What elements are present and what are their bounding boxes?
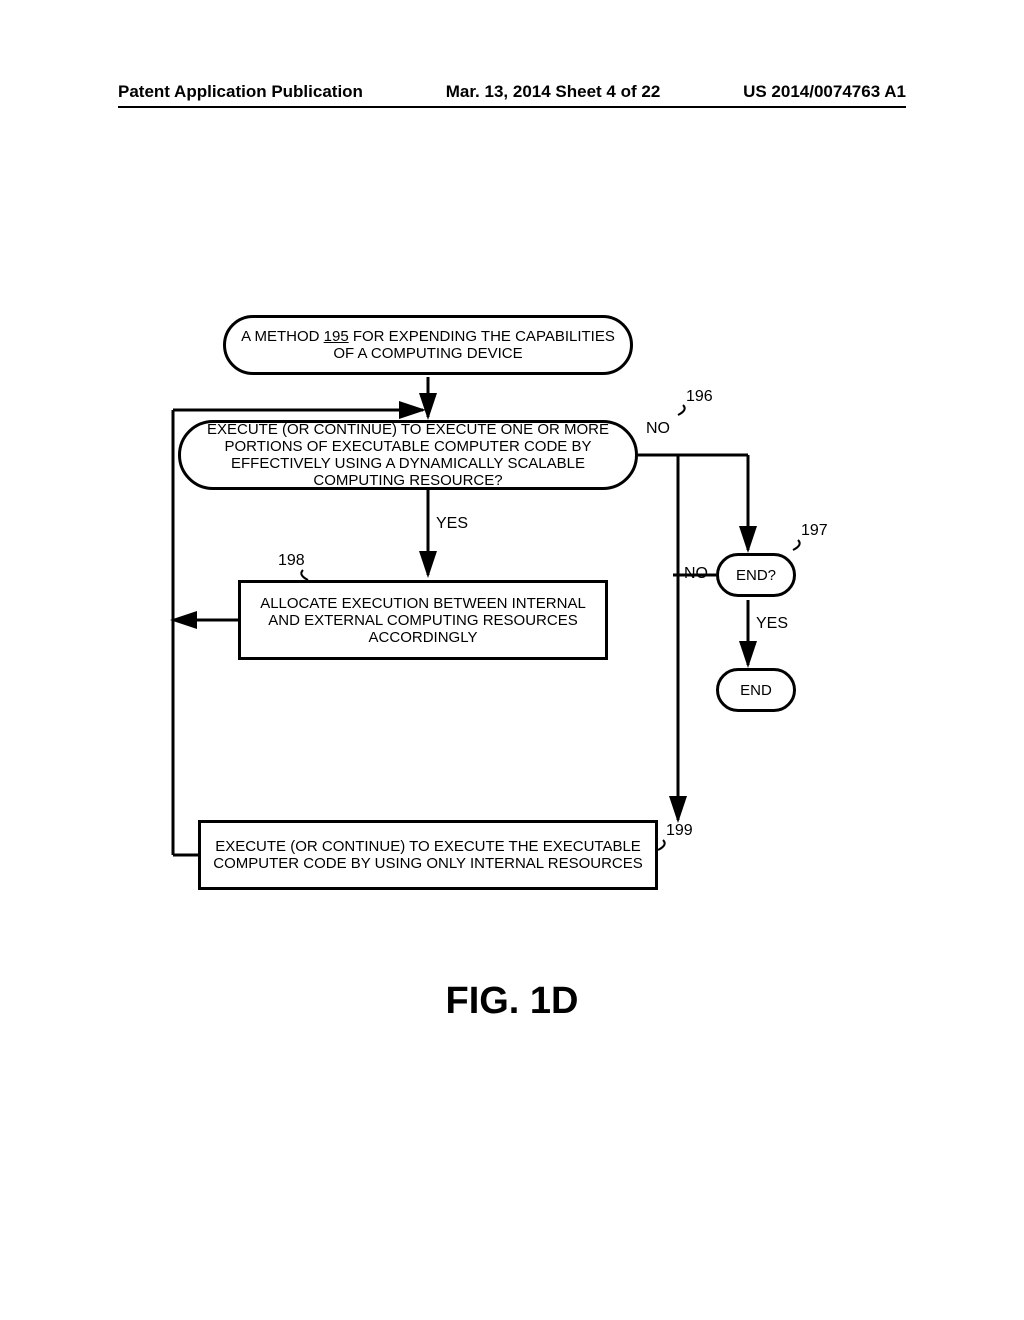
decision-196: EXECUTE (OR CONTINUE) TO EXECUTE ONE OR … (178, 420, 638, 490)
ref-198: 198 (278, 552, 305, 570)
start-prefix: A METHOD (241, 328, 324, 345)
start-ref-inline: 195 (324, 328, 349, 345)
label-no-196: NO (646, 420, 670, 438)
header-left: Patent Application Publication (118, 82, 363, 102)
decision-196-text: EXECUTE (OR CONTINUE) TO EXECUTE ONE OR … (191, 421, 625, 489)
start-terminator: A METHOD 195 FOR EXPENDING THE CAPABILIT… (223, 315, 633, 375)
process-199: EXECUTE (OR CONTINUE) TO EXECUTE THE EXE… (198, 820, 658, 890)
header-right: US 2014/0074763 A1 (743, 82, 906, 102)
start-text: A METHOD 195 FOR EXPENDING THE CAPABILIT… (236, 328, 620, 362)
process-199-text: EXECUTE (OR CONTINUE) TO EXECUTE THE EXE… (211, 838, 645, 872)
ref-197: 197 (801, 522, 828, 540)
page-header: Patent Application Publication Mar. 13, … (118, 82, 906, 108)
process-198-text: ALLOCATE EXECUTION BETWEEN INTERNAL AND … (251, 595, 595, 646)
flowchart: A METHOD 195 FOR EXPENDING THE CAPABILIT… (118, 120, 906, 950)
decision-197: END? (716, 553, 796, 597)
ref-196: 196 (686, 388, 713, 406)
label-yes-197: YES (756, 615, 788, 633)
start-suffix: FOR EXPENDING THE CAPABILITIES OF A COMP… (333, 328, 614, 362)
ref-199: 199 (666, 822, 693, 840)
process-198: ALLOCATE EXECUTION BETWEEN INTERNAL AND … (238, 580, 608, 660)
label-no-197: NO (684, 565, 708, 583)
header-center: Mar. 13, 2014 Sheet 4 of 22 (446, 82, 661, 102)
end-text: END (740, 682, 772, 699)
end-terminator: END (716, 668, 796, 712)
figure-label: FIG. 1D (0, 980, 1024, 1023)
decision-197-text: END? (736, 567, 776, 584)
label-yes-196: YES (436, 515, 468, 533)
